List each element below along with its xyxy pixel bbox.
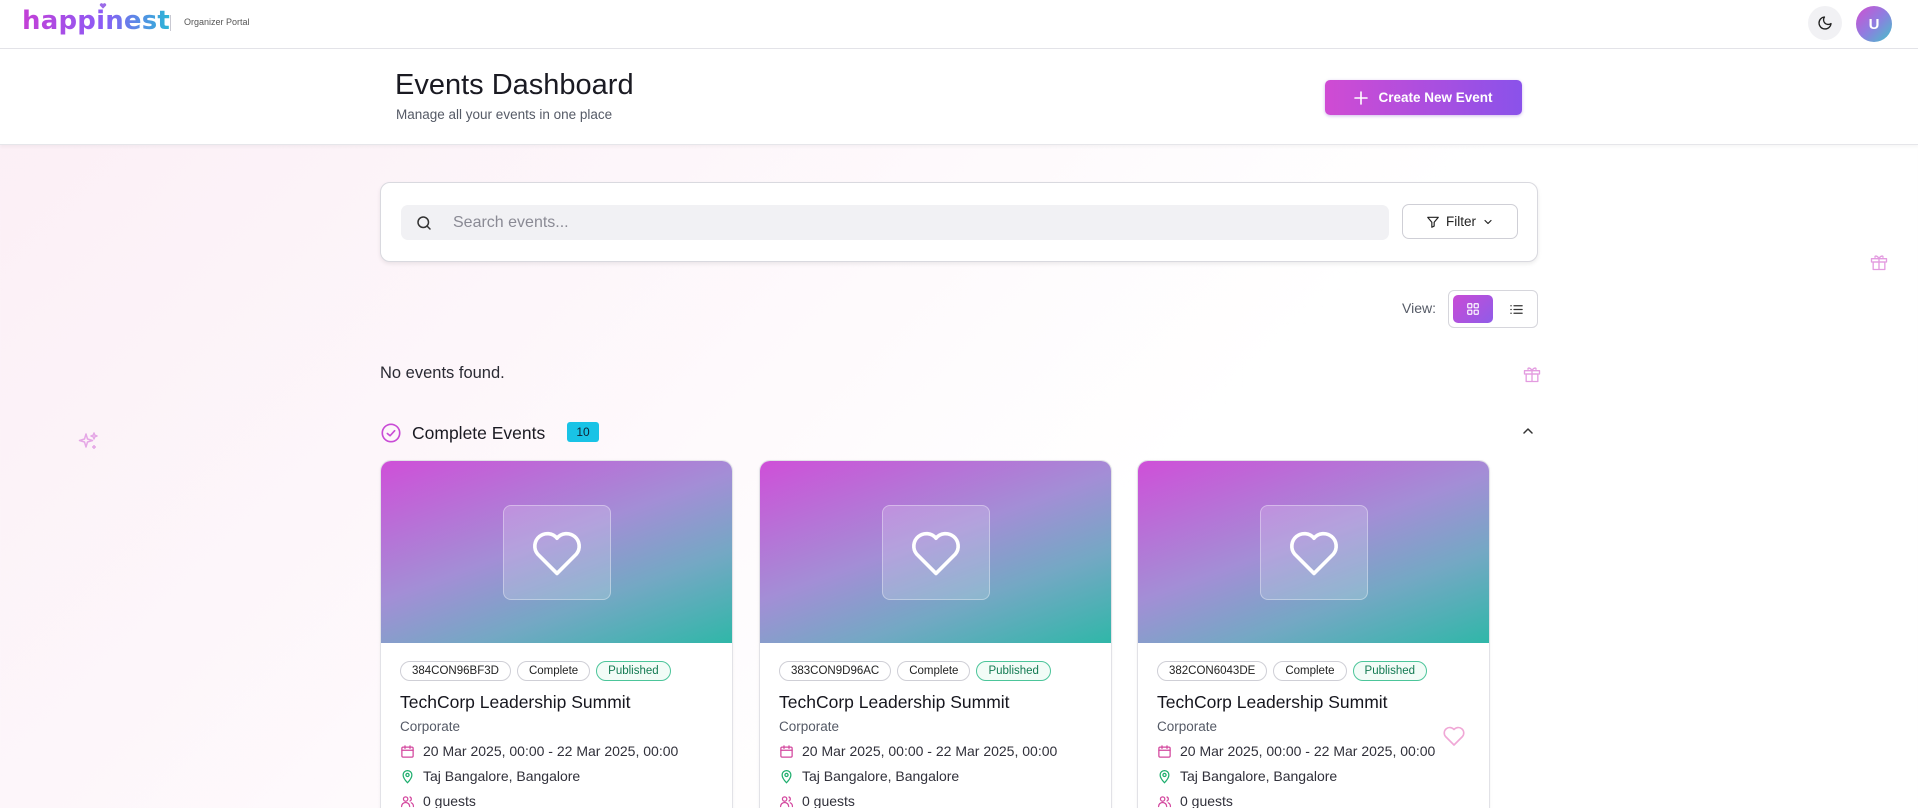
event-card[interactable]: 384CON96BF3D Complete Published TechCorp…: [380, 460, 733, 808]
logo[interactable]: happinest: [22, 6, 170, 36]
complete-events-section-header[interactable]: Complete Events 10: [380, 420, 1538, 448]
published-tag: Published: [976, 661, 1051, 681]
users-icon: [779, 795, 794, 807]
event-title[interactable]: TechCorp Leadership Summit: [1157, 692, 1388, 713]
users-icon: [1157, 795, 1172, 807]
view-label: View:: [1402, 300, 1436, 316]
event-code-tag: 384CON96BF3D: [400, 661, 511, 681]
section-title: Complete Events: [412, 423, 546, 443]
calendar-icon: [401, 744, 414, 758]
search-input[interactable]: [453, 205, 1373, 240]
filter-icon: [1427, 216, 1439, 228]
event-dates: 20 Mar 2025, 00:00 - 22 Mar 2025, 00:00: [400, 743, 678, 759]
search-panel: Filter: [380, 182, 1538, 262]
page-header: Events Dashboard Manage all your events …: [0, 49, 1918, 145]
grid-icon: [1467, 303, 1479, 315]
sparkles-icon: [78, 432, 98, 449]
published-tag: Published: [596, 661, 671, 681]
event-dates-text: 20 Mar 2025, 00:00 - 22 Mar 2025, 00:00: [802, 743, 1058, 759]
banner-placeholder: [1260, 505, 1368, 600]
event-guests: 0 guests: [779, 793, 855, 808]
chevron-down-icon: [1484, 219, 1492, 224]
event-guests: 0 guests: [400, 793, 476, 808]
event-category: Corporate: [400, 719, 461, 734]
event-code-tag: 382CON6043DE: [1157, 661, 1268, 681]
event-tags: 382CON6043DE Complete Published: [1157, 661, 1428, 681]
top-navigation: happinest Organizer Portal U: [0, 0, 1918, 49]
event-guests-text: 0 guests: [423, 793, 476, 808]
page-subtitle: Manage all your events in one place: [396, 107, 613, 122]
status-tag: Complete: [897, 661, 971, 681]
search-field: [401, 205, 1389, 240]
calendar-icon: [1158, 744, 1171, 758]
users-icon: [400, 795, 415, 807]
gift-icon: [1523, 367, 1541, 383]
event-guests-text: 0 guests: [1180, 793, 1233, 808]
event-title[interactable]: TechCorp Leadership Summit: [400, 692, 631, 713]
heart-icon: [1290, 531, 1338, 575]
event-location: Taj Bangalore, Bangalore: [400, 768, 580, 784]
portal-label: Organizer Portal: [184, 17, 250, 27]
heart-icon: [912, 531, 960, 575]
event-banner: [1138, 461, 1489, 643]
event-card[interactable]: 383CON9D96AC Complete Published TechCorp…: [759, 460, 1112, 808]
event-location: Taj Bangalore, Bangalore: [779, 768, 959, 784]
map-pin-icon: [402, 769, 413, 784]
event-title[interactable]: TechCorp Leadership Summit: [779, 692, 1010, 713]
banner-placeholder: [503, 505, 611, 600]
empty-state-message: No events found.: [380, 364, 505, 382]
plus-icon: [1354, 90, 1369, 105]
event-location: Taj Bangalore, Bangalore: [1157, 768, 1337, 784]
status-tag: Complete: [1273, 661, 1347, 681]
event-dates: 20 Mar 2025, 00:00 - 22 Mar 2025, 00:00: [779, 743, 1057, 759]
user-avatar[interactable]: U: [1856, 6, 1892, 42]
event-code-tag: 383CON9D96AC: [779, 661, 892, 681]
event-card[interactable]: 382CON6043DE Complete Published TechCorp…: [1137, 460, 1490, 808]
event-dates: 20 Mar 2025, 00:00 - 22 Mar 2025, 00:00: [1157, 743, 1435, 759]
create-event-button[interactable]: Create New Event: [1325, 80, 1522, 115]
event-tags: 384CON96BF3D Complete Published: [400, 661, 671, 681]
section-count-badge: 10: [567, 422, 599, 442]
event-dates-text: 20 Mar 2025, 00:00 - 22 Mar 2025, 00:00: [423, 743, 679, 759]
event-location-text: Taj Bangalore, Bangalore: [423, 768, 581, 784]
chevron-up-icon[interactable]: [1520, 423, 1536, 439]
banner-placeholder: [882, 505, 990, 600]
list-icon: [1509, 304, 1523, 314]
heart-icon: [533, 531, 581, 575]
nav-divider: [170, 15, 171, 31]
published-tag: Published: [1352, 661, 1428, 681]
grid-view-button[interactable]: [1453, 295, 1493, 323]
page-title: Events Dashboard: [395, 69, 634, 101]
event-location-text: Taj Bangalore, Bangalore: [1180, 768, 1338, 784]
check-circle-icon: [381, 423, 401, 443]
event-banner: [381, 461, 732, 643]
event-guests-text: 0 guests: [802, 793, 855, 808]
create-event-label: Create New Event: [1378, 90, 1493, 105]
event-tags: 383CON9D96AC Complete Published: [779, 661, 1051, 681]
event-category: Corporate: [779, 719, 840, 734]
moon-icon: [1818, 16, 1832, 30]
status-tag: Complete: [516, 661, 591, 681]
gift-icon: [1870, 255, 1888, 271]
event-guests: 0 guests: [1157, 793, 1233, 808]
calendar-icon: [780, 744, 793, 758]
view-toggle: [1448, 290, 1538, 328]
event-category: Corporate: [1157, 719, 1218, 734]
event-location-text: Taj Bangalore, Bangalore: [802, 768, 960, 784]
map-pin-icon: [781, 769, 792, 784]
logo-heart-icon: [99, 3, 107, 9]
favorite-heart-icon[interactable]: [1442, 725, 1466, 747]
map-pin-icon: [1159, 769, 1170, 784]
filter-label: Filter: [1446, 214, 1476, 229]
event-dates-text: 20 Mar 2025, 00:00 - 22 Mar 2025, 00:00: [1180, 743, 1436, 759]
event-banner: [760, 461, 1111, 643]
search-icon: [417, 216, 431, 230]
theme-toggle-button[interactable]: [1808, 6, 1842, 40]
filter-button[interactable]: Filter: [1402, 204, 1518, 239]
list-view-button[interactable]: [1497, 295, 1535, 323]
